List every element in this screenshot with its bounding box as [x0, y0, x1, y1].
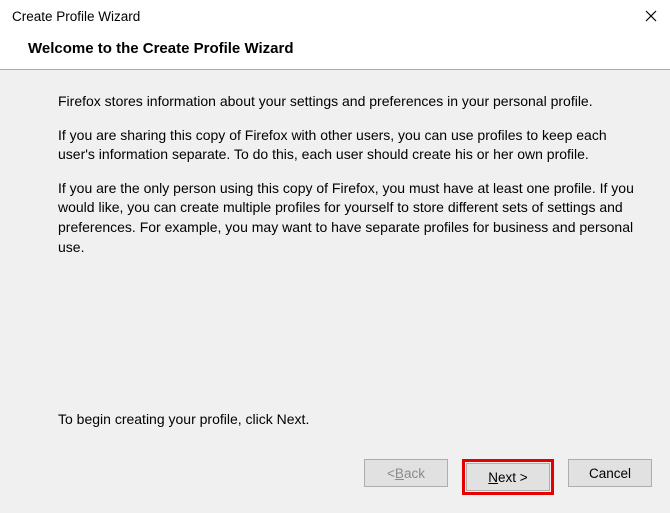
close-icon [645, 10, 657, 22]
next-button-highlight: Next > [462, 459, 554, 495]
intro-paragraph-2: If you are sharing this copy of Firefox … [58, 126, 640, 165]
wizard-heading: Welcome to the Create Profile Wizard [0, 32, 670, 69]
window-title: Create Profile Wizard [12, 9, 140, 24]
button-row: < Back Next > Cancel [0, 445, 670, 513]
begin-instruction: To begin creating your profile, click Ne… [0, 411, 670, 445]
cancel-button[interactable]: Cancel [568, 459, 652, 487]
titlebar: Create Profile Wizard [0, 0, 670, 32]
back-button: < Back [364, 459, 448, 487]
body-text: Firefox stores information about your se… [0, 70, 670, 271]
content-area: Firefox stores information about your se… [0, 70, 670, 513]
next-button[interactable]: Next > [466, 463, 550, 491]
intro-paragraph-3: If you are the only person using this co… [58, 179, 640, 257]
close-button[interactable] [642, 7, 660, 25]
spacer [0, 271, 670, 411]
intro-paragraph-1: Firefox stores information about your se… [58, 92, 640, 112]
